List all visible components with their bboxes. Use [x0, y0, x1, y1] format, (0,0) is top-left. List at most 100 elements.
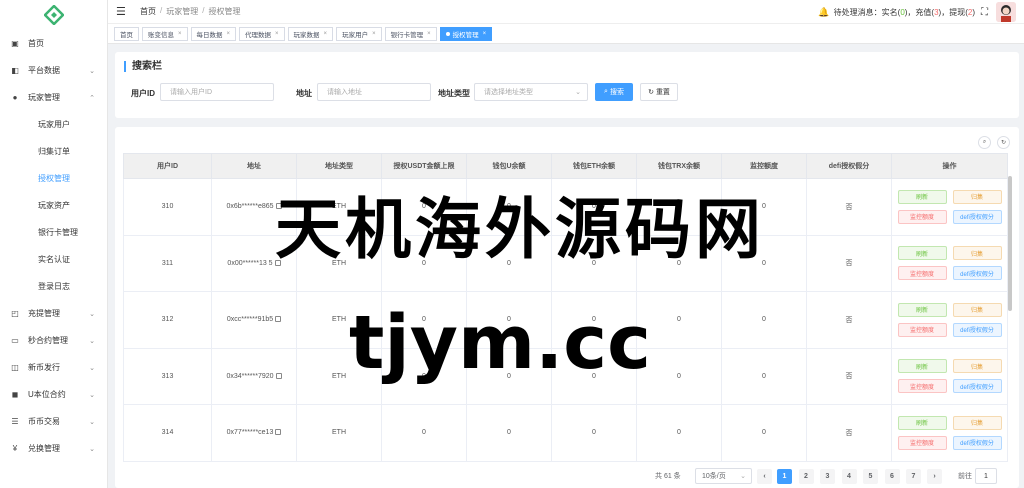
sidebar-item-bottom-2[interactable]: ◫ 新币发行 ⌄: [0, 354, 107, 381]
page-button-4[interactable]: 4: [841, 469, 857, 484]
avatar[interactable]: [996, 2, 1016, 22]
page-button-6[interactable]: 6: [884, 469, 900, 484]
refresh-button[interactable]: 刷新: [897, 302, 947, 317]
coin-icon: ◫: [11, 363, 19, 372]
cell-actions: 刷新 归集 监控额度 defi授权假分: [891, 404, 1008, 462]
sidebar-subitem-6[interactable]: 登录日志: [0, 273, 107, 300]
refresh-button[interactable]: 刷新: [897, 359, 947, 374]
sidebar-item-top-1[interactable]: ◧ 平台数据 ⌄: [0, 57, 107, 84]
sidebar-item-bottom-3[interactable]: ◼ U本位合约 ⌄: [0, 381, 107, 408]
sidebar-item-bottom-5[interactable]: ¥ 兑换管理 ⌄: [0, 435, 107, 462]
breadcrumb: 首页 / 玩家管理 / 授权管理: [140, 6, 240, 17]
logo[interactable]: [0, 0, 107, 30]
refresh-table-icon[interactable]: ↻: [997, 136, 1010, 149]
page-button-1[interactable]: 1: [777, 469, 792, 484]
sidebar-item-bottom-4[interactable]: ☰ 币币交易 ⌄: [0, 408, 107, 435]
defi-button[interactable]: defi授权假分: [952, 379, 1002, 394]
tag-2[interactable]: 每日数据 ×: [190, 26, 237, 41]
copy-icon[interactable]: [275, 316, 282, 323]
watermark-text: 天机海外源码网: [275, 191, 765, 268]
defi-button[interactable]: defi授权假分: [952, 435, 1002, 450]
cell-actions: 刷新 归集 监控额度 defi授权假分: [891, 234, 1008, 292]
goto-page-input[interactable]: 1: [975, 468, 997, 484]
breadcrumb-item-home[interactable]: 首页: [140, 6, 156, 17]
monitor-amount-button[interactable]: 监控额度: [897, 322, 947, 337]
refresh-button[interactable]: 刷新: [897, 189, 947, 204]
fullscreen-icon[interactable]: ⛶: [981, 7, 988, 18]
sidebar-subitem-1[interactable]: 归集订单: [0, 138, 107, 165]
tag-6[interactable]: 银行卡管理 ×: [384, 26, 437, 41]
collect-button[interactable]: 归集: [952, 415, 1002, 430]
collect-button[interactable]: 归集: [952, 359, 1002, 374]
close-icon[interactable]: ×: [483, 31, 487, 37]
chevron-icon: ⌄: [89, 310, 95, 318]
pending-notice[interactable]: 待处理消息：实名(0)，充值(3)，提现(2): [834, 7, 975, 18]
cell-address: 0x77******ce13: [211, 404, 297, 462]
search-button[interactable]: ⌕ 搜索: [595, 83, 633, 101]
tag-5[interactable]: 玩家用户 ×: [336, 26, 382, 41]
table-scrollbar[interactable]: [1008, 176, 1012, 311]
sidebar-item-label: 玩家管理: [28, 93, 60, 102]
cell-monitor-amount: 0: [721, 404, 807, 462]
sidebar-subitem-5[interactable]: 实名认证: [0, 246, 107, 273]
close-icon[interactable]: ×: [178, 31, 182, 37]
dashboard-icon: ▣: [11, 39, 19, 48]
monitor-amount-button[interactable]: 监控额度: [897, 209, 947, 224]
page-size-value: 10条/页: [702, 473, 726, 480]
sidebar-item-label: 新币发行: [28, 363, 60, 372]
page-button-3[interactable]: 3: [820, 469, 835, 484]
cell-usdt-limit: 0: [381, 404, 467, 462]
collect-button[interactable]: 归集: [952, 302, 1002, 317]
refresh-button[interactable]: 刷新: [897, 246, 947, 261]
address-input[interactable]: 请输入地址: [317, 83, 431, 101]
tag-label: 玩家用户: [342, 31, 369, 39]
column-header-7: 监控额度: [721, 153, 807, 179]
tag-7[interactable]: 授权管理 ×: [439, 26, 493, 41]
sidebar-item-bottom-0[interactable]: ◰ 充提管理 ⌄: [0, 300, 107, 327]
copy-icon[interactable]: [275, 429, 282, 436]
close-icon[interactable]: ×: [427, 31, 431, 37]
defi-button[interactable]: defi授权假分: [952, 266, 1002, 281]
close-icon[interactable]: ×: [275, 31, 279, 37]
goto-label: 前往: [958, 473, 972, 480]
sidebar-menu: ▣ 首页 ◧ 平台数据 ⌄ ● 玩家管理 ⌃ 玩家用户 归集订单 授权管理 玩家资产 银行卡管理 实名认证…: [0, 30, 107, 462]
collect-button[interactable]: 归集: [952, 246, 1002, 261]
copy-icon[interactable]: [275, 372, 282, 379]
close-icon[interactable]: ×: [372, 31, 376, 37]
watermark-url: tjym.cc: [349, 300, 651, 386]
sidebar-item-bottom-1[interactable]: ▭ 秒合约管理 ⌄: [0, 327, 107, 354]
sidebar-item-top-2[interactable]: ● 玩家管理 ⌃: [0, 84, 107, 111]
monitor-amount-button[interactable]: 监控额度: [897, 435, 947, 450]
tag-0[interactable]: 首页: [114, 26, 139, 41]
tag-3[interactable]: 代理数据 ×: [239, 26, 285, 41]
monitor-amount-button[interactable]: 监控额度: [897, 266, 947, 281]
close-icon[interactable]: ×: [324, 31, 328, 37]
next-page-button[interactable]: ›: [927, 469, 942, 484]
defi-button[interactable]: defi授权假分: [952, 209, 1002, 224]
monitor-amount-button[interactable]: 监控额度: [897, 379, 947, 394]
address-type-select[interactable]: 请选择地址类型 ⌄: [474, 83, 588, 101]
sidebar-subitem-4[interactable]: 银行卡管理: [0, 219, 107, 246]
page-button-2[interactable]: 2: [798, 469, 814, 484]
sidebar-item-top-0[interactable]: ▣ 首页: [0, 30, 107, 57]
tag-1[interactable]: 账变信息 ×: [142, 26, 188, 41]
close-icon[interactable]: ×: [227, 31, 231, 37]
page-size-select[interactable]: 10条/页 ⌄: [695, 468, 752, 484]
sidebar-subitem-2[interactable]: 授权管理: [0, 165, 107, 192]
breadcrumb-item-player[interactable]: 玩家管理: [166, 6, 198, 17]
defi-button[interactable]: defi授权假分: [952, 322, 1002, 337]
toggle-search-icon[interactable]: ⌕: [978, 136, 991, 149]
prev-page-button[interactable]: ‹: [757, 469, 772, 484]
bell-icon[interactable]: 🔔: [818, 7, 829, 18]
refresh-button[interactable]: 刷新: [897, 415, 947, 430]
page-button-5[interactable]: 5: [863, 469, 878, 484]
sidebar-subitem-0[interactable]: 玩家用户: [0, 111, 107, 138]
sidebar-subitem-3[interactable]: 玩家资产: [0, 192, 107, 219]
user-id-input[interactable]: 请输入用户ID: [160, 83, 274, 101]
cell-address-type: ETH: [296, 404, 382, 462]
reset-button[interactable]: ↻ 重置: [640, 83, 678, 101]
collect-button[interactable]: 归集: [952, 189, 1002, 204]
hamburger-icon[interactable]: ☰: [116, 5, 130, 18]
tag-4[interactable]: 玩家数据 ×: [287, 26, 334, 41]
page-button-7[interactable]: 7: [906, 469, 921, 484]
